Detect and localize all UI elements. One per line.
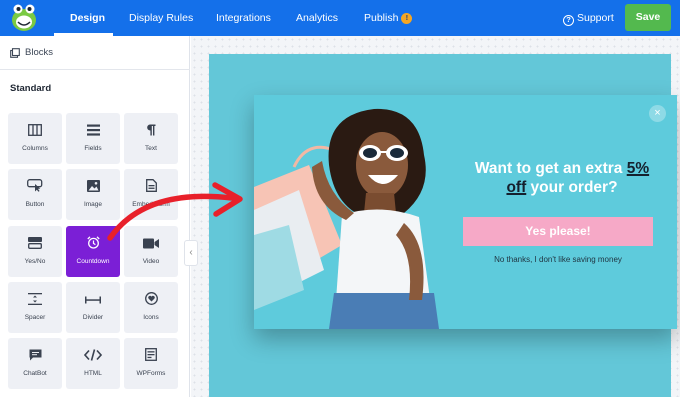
support-label: Support [577,12,614,24]
headline-text-end: your order? [526,179,618,196]
paragraph-icon [147,124,156,136]
canvas-backdrop: × Want to get an extra 5% off your order?… [209,54,677,397]
tab-integrations[interactable]: Integrations [216,0,271,36]
tab-display-rules[interactable]: Display Rules [129,0,193,36]
heart-badge-icon [144,292,158,305]
tile-label: Fields [84,145,102,152]
headline-highlight-off: off [506,179,527,196]
tile-label: Divider [82,314,104,321]
popup-headline[interactable]: Want to get an extra 5% off your order? [459,159,665,197]
tile-label: Icons [143,314,159,321]
popup-campaign[interactable]: × Want to get an extra 5% off your order?… [254,95,677,329]
headline-highlight-percent: 5% [626,160,650,177]
tab-analytics[interactable]: Analytics [296,0,338,36]
save-button[interactable]: Save [625,4,671,31]
optinmonster-logo-icon[interactable] [9,1,39,33]
yes-no-icon [28,237,42,249]
alarm-clock-icon [86,236,100,249]
block-tile-html[interactable]: HTML [66,338,120,389]
chat-bubble-icon [29,349,41,361]
tile-label: ChatBot [23,370,47,377]
tab-publish-label: Publish [364,12,399,24]
block-tile-button[interactable]: Button [8,169,62,220]
popup-close-button[interactable]: × [649,105,666,122]
button-cursor-icon [27,179,43,192]
divider-icon [85,296,101,304]
block-tile-icons[interactable]: Icons [124,282,178,333]
fields-icon [86,124,100,136]
block-tile-chatbot[interactable]: ChatBot [8,338,62,389]
help-circle-icon: ? [563,15,574,26]
code-brackets-icon [84,349,102,361]
headline-text: Want to get an extra [474,160,627,177]
block-tile-divider[interactable]: Divider [66,282,120,333]
block-tile-text[interactable]: Text [124,113,178,164]
tile-label: Yes/No [24,258,46,265]
top-navigation-bar: Design Display Rules Integrations Analyt… [0,0,680,36]
annotation-arrow-icon [107,182,243,241]
tab-design[interactable]: Design [70,0,105,36]
publish-warning-badge: ! [401,13,413,24]
blocks-icon [10,48,20,58]
tile-label: WPForms [136,370,166,377]
tile-label: Text [145,145,157,152]
columns-icon [28,124,42,136]
block-tile-spacer[interactable]: Spacer [8,282,62,333]
block-tile-columns[interactable]: Columns [8,113,62,164]
tile-label: Button [25,201,45,208]
block-tile-wpforms[interactable]: WPForms [124,338,178,389]
yes-please-button[interactable]: Yes please! [463,217,653,246]
tile-label: HTML [84,370,102,377]
image-icon [86,180,100,192]
blocks-panel-header[interactable]: Blocks [0,36,190,70]
spacer-icon [28,293,42,305]
block-tile-fields[interactable]: Fields [66,113,120,164]
tab-publish[interactable]: Publish! [364,0,413,36]
tile-label: Spacer [24,314,46,321]
wpforms-icon [145,348,157,361]
section-title-standard: Standard [10,83,52,94]
tile-label: Columns [22,145,48,152]
design-canvas: × Want to get an extra 5% off your order?… [191,36,680,397]
block-tile-yes-no[interactable]: Yes/No [8,226,62,277]
no-thanks-link[interactable]: No thanks, I don't like saving money [459,255,657,264]
woman-with-shopping-bags-image [254,95,454,329]
blocks-label: Blocks [25,47,53,58]
support-link[interactable]: ? Support [563,0,614,36]
